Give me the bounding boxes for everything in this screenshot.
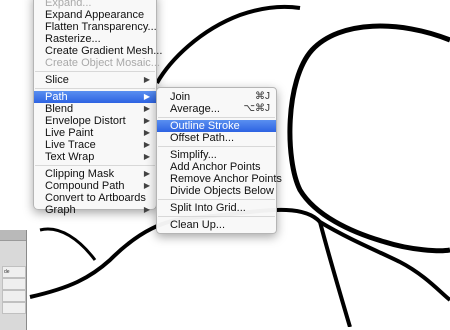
menu-item-slice[interactable]: Slice ▶	[34, 74, 156, 86]
menu-item-label: Envelope Distort	[45, 115, 126, 127]
menu-item-label: Expand...	[45, 0, 92, 9]
menu-separator	[158, 117, 275, 118]
menu-item-label: Text Wrap	[45, 151, 95, 163]
menu-item-offset-path[interactable]: Offset Path...	[157, 132, 276, 144]
submenu-arrow-icon: ▶	[143, 181, 150, 190]
menu-item-label: Remove Anchor Points	[170, 173, 282, 185]
menu-separator	[35, 71, 155, 72]
menu-item-outline-stroke[interactable]: Outline Stroke	[157, 120, 276, 132]
menu-item-split-into-grid[interactable]: Split Into Grid...	[157, 202, 276, 214]
layers-panel[interactable]: de	[0, 230, 27, 330]
menu-item-label: Slice	[45, 74, 69, 86]
menu-item-divide-objects-below[interactable]: Divide Objects Below	[157, 185, 276, 197]
menu-item-label: Clipping Mask	[45, 168, 115, 180]
menu-item-create-object-mosaic: Create Object Mosaic...	[34, 57, 160, 69]
shortcut-label: ⌘J	[255, 91, 270, 102]
menu-item-clean-up[interactable]: Clean Up...	[157, 219, 276, 231]
menu-separator	[158, 146, 275, 147]
menu-separator	[158, 199, 275, 200]
menu-item-label: Add Anchor Points	[170, 161, 261, 173]
menu-item-create-gradient-mesh[interactable]: Create Gradient Mesh...	[34, 45, 162, 57]
submenu-arrow-icon: ▶	[143, 152, 150, 161]
menu-item-flatten-transparency[interactable]: Flatten Transparency...	[34, 21, 157, 33]
submenu-arrow-icon: ▶	[143, 140, 150, 149]
menu-item-graph[interactable]: Graph ▶	[34, 204, 156, 216]
menu-item-label: Blend	[45, 103, 74, 115]
shortcut-label: ⌥⌘J	[243, 103, 270, 114]
submenu-arrow-icon: ▶	[143, 128, 150, 137]
menu-item-add-anchor-points[interactable]: Add Anchor Points	[157, 161, 276, 173]
menu-item-label: Create Object Mosaic...	[45, 57, 160, 69]
menu-item-label: Expand Appearance	[45, 9, 145, 21]
submenu-arrow-icon: ▶	[143, 116, 150, 125]
menu-item-label: Compound Path	[45, 180, 125, 192]
submenu-arrow-icon: ▶	[143, 169, 150, 178]
menu-item-label: Create Gradient Mesh...	[45, 45, 163, 57]
panel-tabs[interactable]	[0, 230, 26, 241]
menu-item-label: Average...	[170, 103, 220, 115]
panel-row[interactable]	[2, 290, 26, 302]
menu-item-label: Path	[45, 91, 68, 103]
menu-item-label: Clean Up...	[170, 219, 226, 231]
submenu-arrow-icon: ▶	[143, 104, 150, 113]
submenu-arrow-icon: ▶	[143, 92, 150, 101]
menu-item-label: Rasterize...	[45, 33, 101, 45]
menu-item-label: Divide Objects Below	[170, 185, 274, 197]
menu-item-expand: Expand...	[34, 0, 156, 9]
menu-item-label: Outline Stroke	[170, 120, 240, 132]
menu-item-label: Simplify...	[170, 149, 217, 161]
menu-item-clipping-mask[interactable]: Clipping Mask ▶	[34, 168, 156, 180]
panel-row[interactable]	[2, 278, 26, 290]
menu-separator	[35, 88, 155, 89]
menu-item-live-trace[interactable]: Live Trace ▶	[34, 139, 156, 151]
submenu-arrow-icon: ▶	[143, 75, 150, 84]
menu-item-label: Live Paint	[45, 127, 94, 139]
menu-item-compound-path[interactable]: Compound Path ▶	[34, 180, 156, 192]
menu-item-live-paint[interactable]: Live Paint ▶	[34, 127, 156, 139]
menu-item-simplify[interactable]: Simplify...	[157, 149, 276, 161]
menu-item-label: Graph	[45, 204, 76, 216]
menu-item-label: Convert to Artboards	[45, 192, 146, 204]
menu-item-rasterize[interactable]: Rasterize...	[34, 33, 156, 45]
menu-separator	[158, 216, 275, 217]
menu-item-remove-anchor-points[interactable]: Remove Anchor Points	[157, 173, 282, 185]
menu-item-label: Split Into Grid...	[170, 202, 246, 214]
menu-item-average[interactable]: Average... ⌥⌘J	[157, 103, 276, 115]
panel-row[interactable]	[2, 302, 26, 314]
path-submenu: Join ⌘J Average... ⌥⌘J Outline Stroke Offs…	[156, 87, 282, 234]
object-menu: Expand... Expand Appearance Flatten Tran…	[33, 0, 162, 216]
menu-item-blend[interactable]: Blend ▶	[34, 103, 156, 115]
menu-item-expand-appearance[interactable]: Expand Appearance	[34, 9, 156, 21]
menu-item-label: Join	[170, 91, 191, 103]
menu-item-path[interactable]: Path ▶	[34, 91, 156, 103]
menu-item-label: Flatten Transparency...	[45, 21, 157, 33]
cloud-left-lobe[interactable]	[39, 227, 97, 261]
menu-item-text-wrap[interactable]: Text Wrap ▶	[34, 151, 156, 163]
submenu-arrow-icon: ▶	[143, 205, 150, 214]
menu-item-join[interactable]: Join ⌘J	[157, 91, 276, 103]
panel-row[interactable]: de	[2, 266, 26, 278]
menu-item-envelope-distort[interactable]: Envelope Distort ▶	[34, 115, 156, 127]
cloud-outline-top[interactable]	[155, 4, 301, 84]
menu-separator	[35, 165, 155, 166]
menu-item-label: Offset Path...	[170, 132, 234, 144]
menu-item-convert-to-artboards[interactable]: Convert to Artboards	[34, 192, 156, 204]
menu-item-label: Live Trace	[45, 139, 96, 151]
